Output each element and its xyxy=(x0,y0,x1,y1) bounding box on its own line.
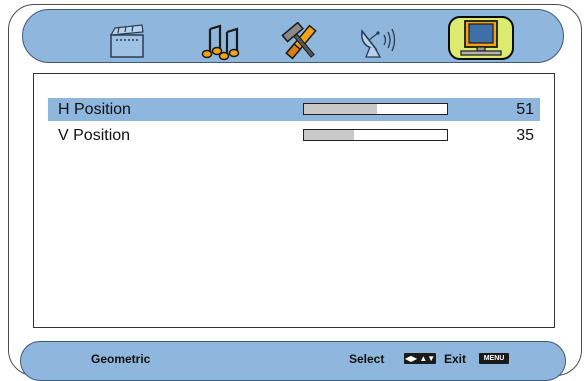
menu-row-label: V Position xyxy=(58,126,131,144)
select-hint-label: Select xyxy=(349,352,385,366)
monitor-icon xyxy=(460,20,502,56)
tools-icon xyxy=(281,22,317,60)
music-notes-icon xyxy=(201,24,240,61)
menu-title: Geometric xyxy=(91,352,151,366)
h-position-slider[interactable] xyxy=(303,103,448,115)
slider-fill xyxy=(304,104,377,114)
tab-picture[interactable] xyxy=(95,19,159,65)
tab-sound[interactable] xyxy=(189,19,253,65)
slider-fill xyxy=(304,130,355,140)
menu-row-label: H Position xyxy=(58,100,131,118)
menu-row-value: 51 xyxy=(516,100,534,118)
menu-row-value: 35 xyxy=(516,126,534,144)
settings-panel: H Position 51 V Position 35 xyxy=(33,73,555,328)
menu-tab-bar xyxy=(22,9,564,63)
satellite-dish-icon xyxy=(361,28,396,58)
tab-geometric[interactable] xyxy=(448,16,514,60)
v-position-slider[interactable] xyxy=(303,129,448,141)
tab-channel[interactable] xyxy=(349,19,413,65)
left-right-up-down-arrows-icon: ◀▶ ▲▼ xyxy=(404,353,436,364)
exit-hint-label: Exit xyxy=(444,352,467,366)
tab-setup[interactable] xyxy=(269,19,333,65)
menu-row-h-position[interactable]: H Position 51 xyxy=(48,98,540,121)
menu-row-v-position[interactable]: V Position 35 xyxy=(48,124,540,147)
status-bar: Geometric Select ◀▶ ▲▼ Exit MENU xyxy=(20,341,566,381)
menu-key-icon: MENU xyxy=(479,353,509,364)
clapperboard-icon xyxy=(109,24,144,58)
